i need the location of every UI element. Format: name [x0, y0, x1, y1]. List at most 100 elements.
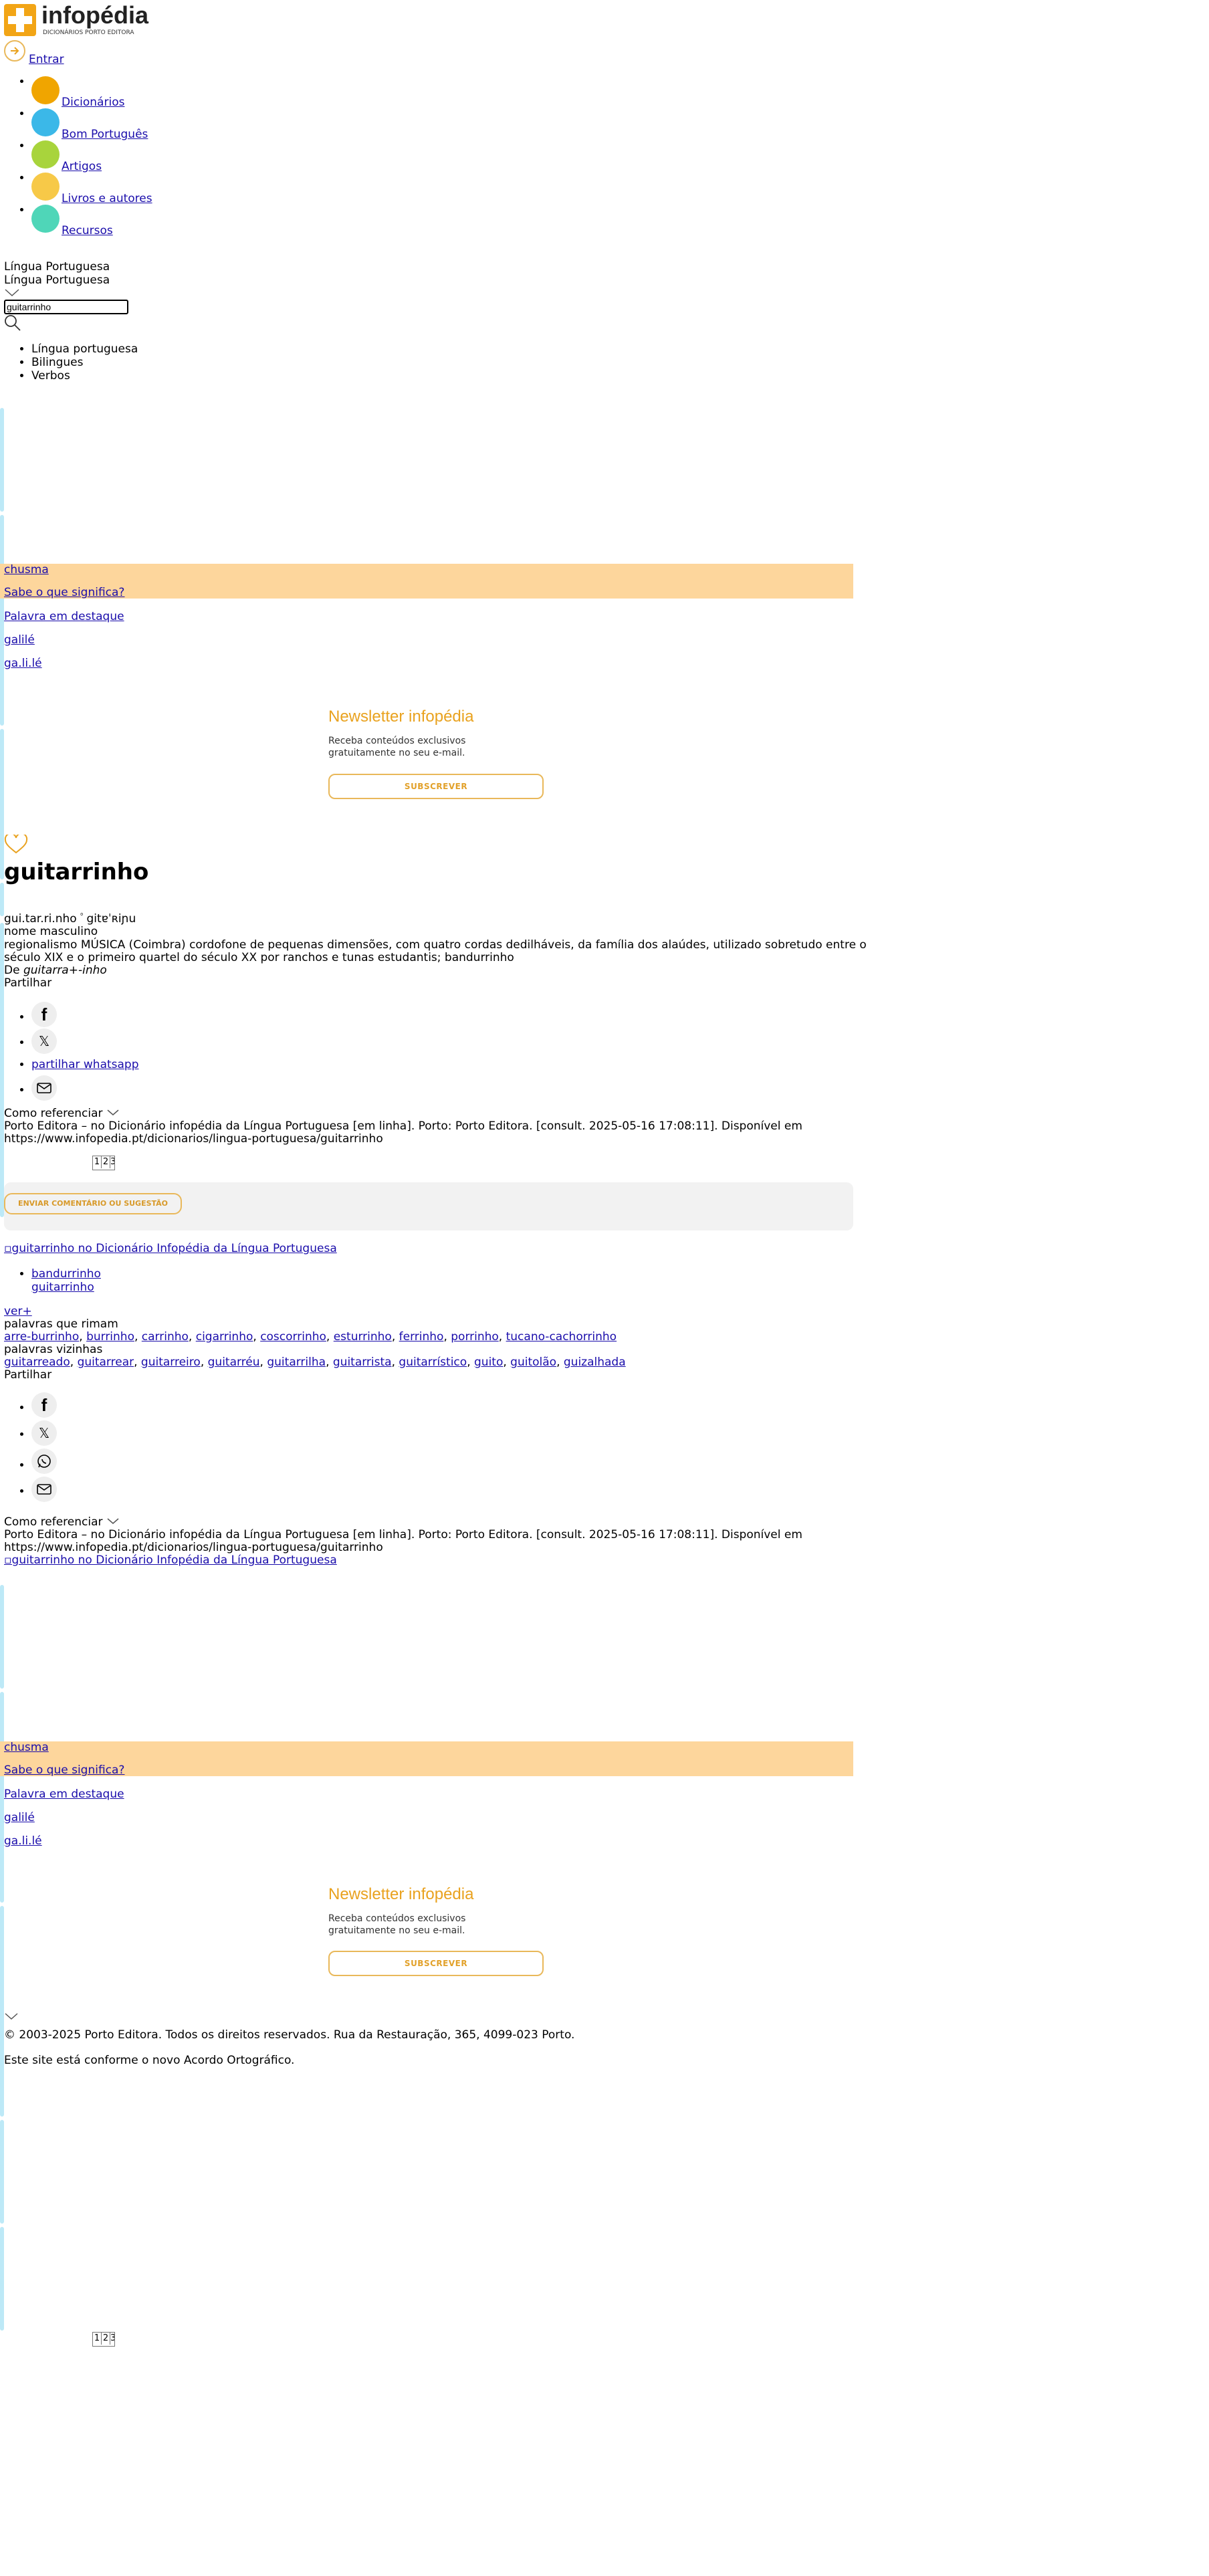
- feedback-button[interactable]: ENVIAR COMENTÁRIO OU SUGESTÃO: [4, 1193, 182, 1214]
- neighbor-link[interactable]: guitarrilha: [267, 1356, 326, 1369]
- nav-link[interactable]: Recursos: [62, 224, 113, 237]
- related-link[interactable]: bandurrinho: [31, 1267, 101, 1281]
- rhyme-link[interactable]: porrinho: [451, 1330, 499, 1344]
- x-icon[interactable]: 𝕏: [31, 1029, 57, 1054]
- login-link[interactable]: Entrar: [29, 53, 64, 66]
- neighbor-link[interactable]: guitarreiro: [141, 1356, 201, 1369]
- option-bilingues[interactable]: Bilingues: [31, 356, 138, 369]
- rhyme-link[interactable]: ferrinho: [399, 1330, 444, 1344]
- entry-image-link[interactable]: ▫guitarrinho no Dicionário Infopédia da …: [4, 1553, 337, 1567]
- dictionary-icon: [31, 76, 60, 104]
- login-icon[interactable]: [4, 40, 25, 62]
- rhymes-label: palavras que rimam: [4, 1317, 118, 1331]
- share-facebook[interactable]: f: [31, 1392, 57, 1420]
- nav-link[interactable]: Artigos: [62, 160, 102, 173]
- rhyme-link[interactable]: coscorrinho: [260, 1330, 326, 1344]
- page-1[interactable]: 1: [93, 2333, 102, 2345]
- rhyme-link[interactable]: arre-burrinho: [4, 1330, 79, 1344]
- sidebar-bar: [0, 2227, 4, 2331]
- search-icon[interactable]: [4, 314, 21, 335]
- promo-question-link[interactable]: Sabe o que significa?: [4, 586, 124, 599]
- share-x[interactable]: 𝕏: [31, 1029, 139, 1055]
- neighbor-link[interactable]: guitarrista: [333, 1356, 392, 1369]
- x-icon[interactable]: 𝕏: [31, 1420, 57, 1446]
- rhyme-link[interactable]: burrinho: [86, 1330, 134, 1344]
- dictionary-select[interactable]: Língua Portuguesa: [4, 274, 110, 287]
- rhyme-link[interactable]: tucano-cachorrinho: [506, 1330, 617, 1344]
- facebook-icon[interactable]: f: [31, 1392, 57, 1418]
- page-3[interactable]: 3: [110, 1156, 114, 1168]
- etymology: De guitarra+-inho: [4, 964, 107, 977]
- page-1[interactable]: 1: [93, 1156, 102, 1168]
- chevron-down-icon: [107, 1518, 119, 1524]
- share-facebook[interactable]: f: [31, 1002, 139, 1029]
- entry-image-link[interactable]: ▫guitarrinho no Dicionário Infopédia da …: [4, 1242, 337, 1255]
- citation-url: https://www.infopedia.pt/dicionarios/lin…: [4, 1541, 383, 1554]
- ipa: gitɐˈʀiɲu: [86, 912, 136, 926]
- promo-question-link[interactable]: Sabe o que significa?: [4, 1763, 124, 1777]
- audio-icon[interactable]: ⁰: [80, 912, 83, 920]
- broken-image-icon: ▫: [4, 1553, 12, 1567]
- pager: 1 2 3: [92, 1156, 115, 1170]
- featured-syllables-link[interactable]: ga.li.lé: [4, 1834, 42, 1848]
- sidebar-bar: [0, 883, 4, 916]
- promo-word-link[interactable]: chusma: [4, 1741, 49, 1754]
- citation: Porto Editora – no Dicionário infopédia …: [4, 1528, 802, 1541]
- rhyme-link[interactable]: carrinho: [142, 1330, 189, 1344]
- nav-link[interactable]: Dicionários: [62, 96, 124, 109]
- share-whatsapp[interactable]: partilhar whatsapp: [31, 1055, 139, 1075]
- nav-link[interactable]: Bom Português: [62, 128, 148, 141]
- subscribe-button[interactable]: SUBSCREVER: [328, 1951, 544, 1976]
- facebook-icon[interactable]: f: [31, 1002, 57, 1027]
- featured-word-link[interactable]: galilé: [4, 1811, 35, 1824]
- more-link[interactable]: ver+: [4, 1305, 32, 1318]
- option-lingua-portuguesa[interactable]: Língua portuguesa: [31, 342, 138, 356]
- subscribe-button[interactable]: SUBSCREVER: [328, 774, 544, 799]
- promo-word-link[interactable]: chusma: [4, 563, 49, 576]
- logo-text: infopédia: [41, 1, 148, 29]
- neighbor-link[interactable]: guito: [474, 1356, 503, 1369]
- neighbor-link[interactable]: guitarréu: [208, 1356, 260, 1369]
- whatsapp-icon[interactable]: [31, 1448, 57, 1474]
- search-input[interactable]: [4, 300, 128, 314]
- featured-label-link[interactable]: Palavra em destaque: [4, 1788, 124, 1801]
- neighbor-link[interactable]: guitarrear: [78, 1356, 134, 1369]
- article-icon: [31, 140, 60, 169]
- rhyme-link[interactable]: esturrinho: [334, 1330, 392, 1344]
- share-x[interactable]: 𝕏: [31, 1420, 57, 1448]
- page-2[interactable]: 2: [102, 1156, 110, 1168]
- option-verbos[interactable]: Verbos: [31, 369, 138, 383]
- featured-label-link[interactable]: Palavra em destaque: [4, 610, 124, 623]
- heart-icon[interactable]: [4, 833, 28, 858]
- cite-toggle[interactable]: Como referenciar: [4, 1107, 120, 1120]
- page-3[interactable]: 3: [110, 2333, 114, 2345]
- definition: regionalismo MÚSICA (Coimbra) cordofone …: [4, 938, 867, 952]
- logo[interactable]: infopédia DICIONÁRIOS PORTO EDITORA: [4, 1, 151, 39]
- promo-banner: [0, 564, 853, 599]
- share-email[interactable]: [31, 1477, 57, 1505]
- neighbor-link[interactable]: guitolão: [510, 1356, 556, 1369]
- neighbor-link[interactable]: guitarreado: [4, 1356, 70, 1369]
- featured-syllables-link[interactable]: ga.li.lé: [4, 657, 42, 670]
- cite-toggle[interactable]: Como referenciar: [4, 1515, 120, 1529]
- share-email[interactable]: [31, 1075, 139, 1102]
- chevron-down-icon[interactable]: [4, 2012, 19, 2025]
- neighbor-link[interactable]: guitarrístico: [399, 1356, 467, 1369]
- neighbor-link[interactable]: guizalhada: [564, 1356, 626, 1369]
- citation: Porto Editora – no Dicionário infopédia …: [4, 1119, 802, 1133]
- email-icon[interactable]: [31, 1075, 57, 1101]
- featured-word-link[interactable]: galilé: [4, 633, 35, 647]
- share-list-bottom: f 𝕏: [31, 1392, 57, 1505]
- rhyme-link[interactable]: cigarrinho: [196, 1330, 253, 1344]
- share-whatsapp[interactable]: [31, 1448, 57, 1477]
- chevron-down-icon[interactable]: [4, 288, 20, 301]
- cite-label: Como referenciar: [4, 1515, 103, 1529]
- related-link[interactable]: guitarrinho: [31, 1281, 94, 1294]
- whatsapp-image-link[interactable]: partilhar whatsapp: [31, 1058, 139, 1071]
- logo-mark-icon: [4, 4, 36, 36]
- resources-icon: [31, 205, 60, 233]
- nav-link[interactable]: Livros e autores: [62, 192, 152, 205]
- sidebar-bar: [0, 1585, 4, 1689]
- page-2[interactable]: 2: [102, 2333, 110, 2345]
- email-icon[interactable]: [31, 1477, 57, 1502]
